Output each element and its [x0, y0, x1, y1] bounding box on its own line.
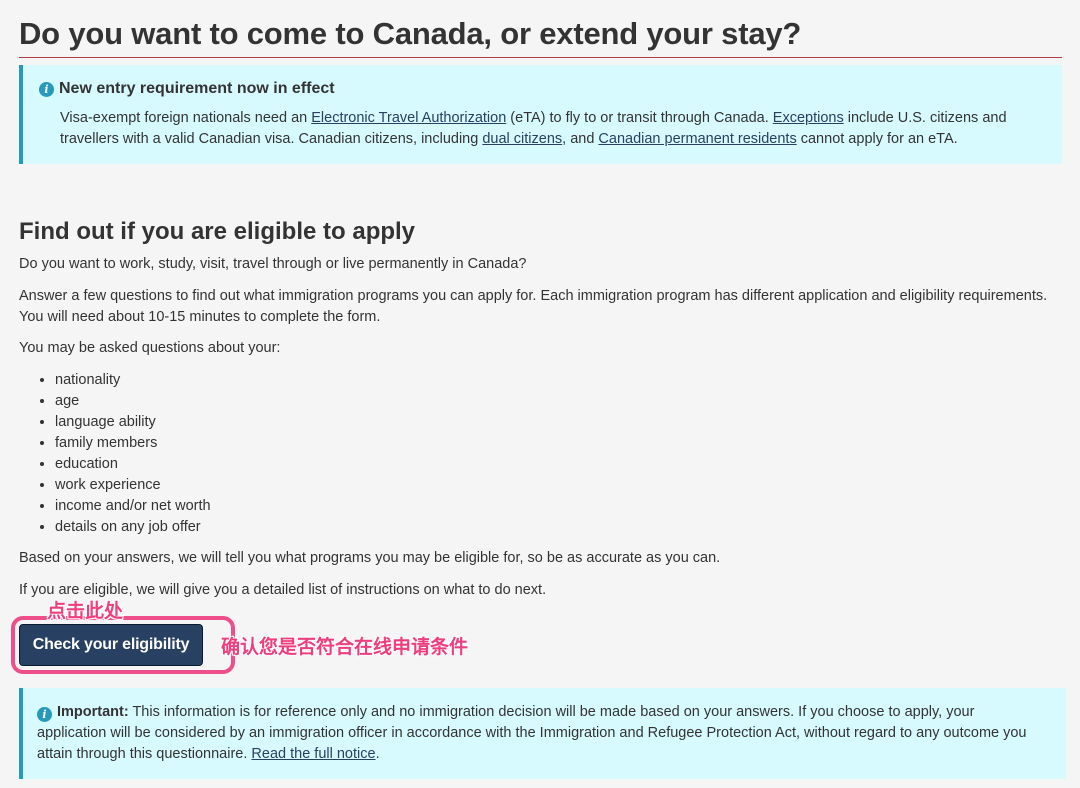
info-icon: i: [37, 707, 52, 722]
important-label: Important:: [57, 704, 129, 720]
important-alert: i Important: This information is for refe…: [19, 688, 1066, 779]
alert-title: New entry requirement now in effect: [59, 80, 335, 97]
list-item: details on any job offer: [55, 517, 211, 538]
accuracy-note: Based on your answers, we will tell you …: [19, 550, 721, 566]
permanent-residents-link[interactable]: Canadian permanent residents: [598, 131, 796, 147]
important-end: .: [375, 746, 380, 762]
next-steps-note: If you are eligible, we will give you a …: [19, 582, 547, 598]
important-text: This information is for reference only a…: [37, 704, 1027, 762]
cta-highlight: Check your eligibility: [11, 616, 235, 674]
list-item: work experience: [55, 475, 211, 496]
list-item: family members: [55, 433, 211, 454]
alert-title-row: i New entry requirement now in effect: [39, 80, 335, 98]
questions-lead: You may be asked questions about your:: [19, 340, 281, 356]
list-item: age: [55, 391, 211, 412]
list-item: nationality: [55, 370, 211, 391]
alert-body: Visa-exempt foreign nationals need an El…: [60, 108, 1050, 150]
page-content: Do you want to come to Canada, or extend…: [11, 0, 1066, 779]
read-full-notice-link[interactable]: Read the full notice: [251, 746, 375, 762]
important-body: i Important: This information is for refe…: [37, 702, 1047, 765]
alert-text: Visa-exempt foreign nationals need an: [60, 110, 312, 126]
list-item: language ability: [55, 412, 211, 433]
eligibility-annotation: 确认您是否符合在线申请条件: [221, 636, 469, 658]
page-title: Do you want to come to Canada, or extend…: [19, 0, 1062, 58]
check-eligibility-button[interactable]: Check your eligibility: [19, 624, 203, 666]
list-item: education: [55, 454, 211, 475]
alert-text: cannot apply for an eTA.: [796, 131, 958, 147]
exceptions-link[interactable]: Exceptions: [773, 110, 844, 126]
eta-notice-alert: i New entry requirement now in effect Vi…: [19, 65, 1062, 164]
click-here-annotation: 点击此处: [47, 600, 124, 622]
list-item: income and/or net worth: [55, 496, 211, 517]
section-title: Find out if you are eligible to apply: [19, 218, 416, 245]
dual-citizens-link[interactable]: dual citizens: [482, 131, 562, 147]
intro-question: Do you want to work, study, visit, trave…: [19, 256, 527, 272]
eta-link[interactable]: Electronic Travel Authorization: [311, 110, 506, 126]
intro-paragraph: Answer a few questions to find out what …: [19, 288, 1048, 325]
info-icon: i: [39, 81, 54, 97]
question-topics-list: nationality age language ability family …: [19, 370, 211, 538]
alert-text: (eTA) to fly to or transit through Canad…: [506, 110, 773, 126]
alert-text: , and: [562, 131, 599, 147]
